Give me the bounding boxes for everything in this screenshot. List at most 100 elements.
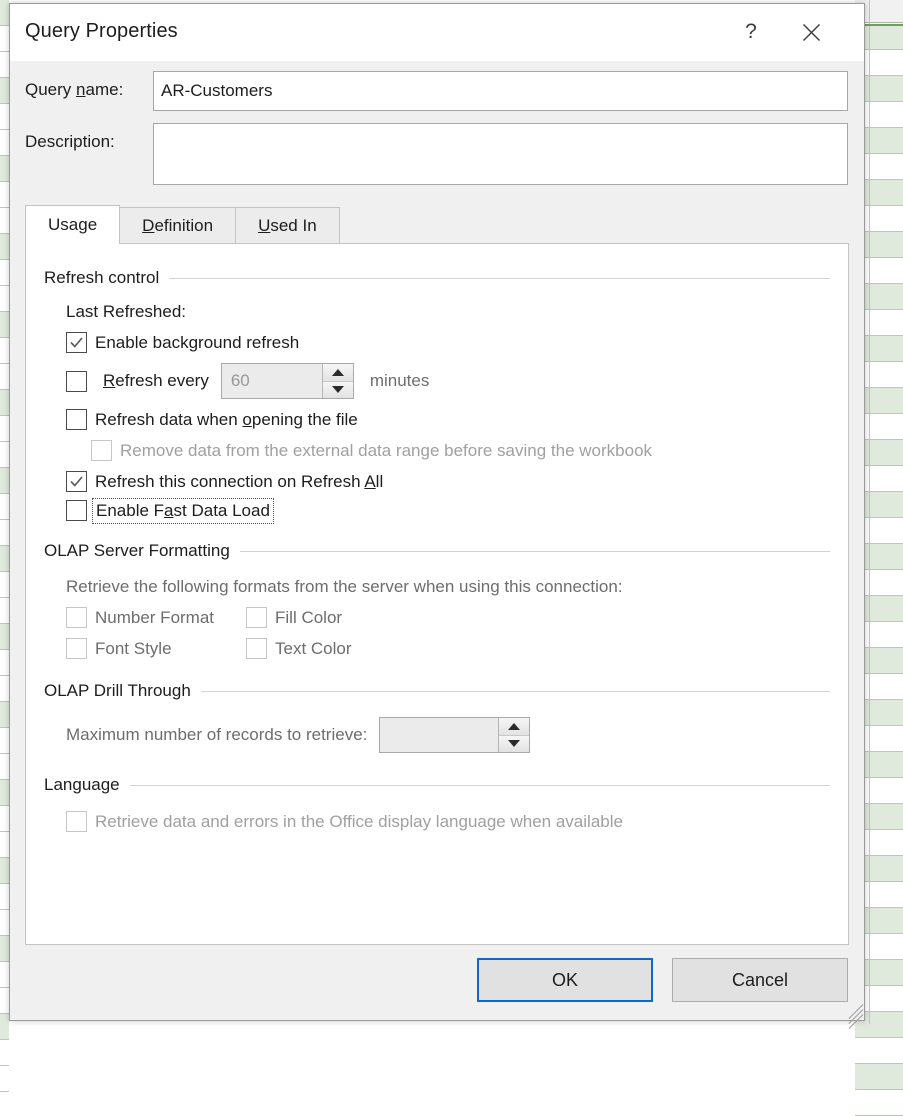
- group-olap-drill-through-title: OLAP Drill Through: [44, 681, 191, 701]
- refresh-interval-spinner[interactable]: 60: [221, 363, 354, 399]
- description-row: Description:: [10, 123, 864, 185]
- checkbox-box: [66, 471, 87, 492]
- description-label: Description:: [25, 123, 153, 152]
- description-input[interactable]: [153, 123, 848, 185]
- checkbox-box: [66, 638, 87, 659]
- close-button[interactable]: [790, 12, 832, 52]
- spinner-down-button: [499, 735, 529, 753]
- sheet-row: [0, 442, 9, 468]
- sheet-left-strip: [0, 0, 9, 1024]
- cancel-button[interactable]: Cancel: [672, 958, 848, 1002]
- sheet-row: [0, 520, 9, 546]
- checkbox-enable-background-refresh[interactable]: Enable background refresh: [66, 332, 830, 353]
- sheet-row: [0, 1040, 9, 1066]
- tab-definition[interactable]: Definition: [119, 207, 236, 243]
- checkbox-text-color: Text Color: [246, 638, 352, 659]
- minutes-label: minutes: [370, 371, 430, 391]
- spinner-down-button[interactable]: [323, 381, 353, 399]
- chevron-up-icon: [332, 369, 344, 376]
- group-rule: [240, 551, 830, 552]
- tab-used-in[interactable]: Used In: [235, 207, 340, 243]
- sheet-row: [0, 650, 9, 676]
- query-properties-dialog: Query Properties ? Query name: Descripti…: [9, 3, 865, 1021]
- checkbox-box: [66, 332, 87, 353]
- sheet-row: [0, 598, 9, 624]
- tab-used-in-label: Used In: [258, 216, 317, 236]
- olap-format-checkbox-grid: Number Format Fill Color Font Style Text…: [66, 607, 830, 659]
- check-icon: [69, 335, 84, 350]
- query-name-label: Query name:: [25, 71, 153, 100]
- checkbox-fill-color: Fill Color: [246, 607, 342, 628]
- sheet-row: [0, 390, 9, 416]
- group-olap-drill-through: OLAP Drill Through: [44, 681, 830, 701]
- checkbox-box: [91, 440, 112, 461]
- max-records-label: Maximum number of records to retrieve:: [66, 725, 367, 745]
- refresh-interval-value[interactable]: 60: [222, 364, 322, 398]
- dialog-title: Query Properties: [25, 20, 178, 43]
- checkbox-refresh-on-open[interactable]: Refresh data when opening the file: [66, 409, 830, 430]
- sheet-row: [0, 780, 9, 806]
- spinner-up-button: [499, 718, 529, 735]
- sheet-row: [0, 546, 9, 572]
- sheet-row: [0, 728, 9, 754]
- ok-button[interactable]: OK: [477, 958, 653, 1002]
- group-refresh-control-title: Refresh control: [44, 268, 159, 288]
- sheet-row: [0, 130, 9, 156]
- sheet-row: [0, 26, 9, 52]
- sheet-row: [0, 494, 9, 520]
- checkbox-label: Number Format: [95, 608, 214, 628]
- tab-definition-label: Definition: [142, 216, 213, 236]
- checkbox-number-format: Number Format: [66, 607, 246, 628]
- chevron-down-icon: [332, 386, 344, 393]
- sheet-row: [855, 1038, 903, 1064]
- sheet-row: [0, 832, 9, 858]
- checkbox-label: Refresh data when opening the file: [95, 410, 358, 430]
- sheet-row: [0, 312, 9, 338]
- chevron-down-icon: [508, 740, 520, 747]
- sheet-row: [0, 858, 9, 884]
- checkbox-label: Text Color: [275, 639, 352, 659]
- checkbox-label: Refresh this connection on Refresh All: [95, 472, 383, 492]
- sheet-row: [0, 468, 9, 494]
- sheet-row: [0, 182, 9, 208]
- sheet-row: [0, 260, 9, 286]
- query-name-input[interactable]: [153, 71, 848, 111]
- sheet-row: [0, 364, 9, 390]
- spinner-up-button[interactable]: [323, 364, 353, 381]
- checkbox-box: [246, 607, 267, 628]
- chevron-up-icon: [508, 723, 520, 730]
- sheet-row: [0, 104, 9, 130]
- group-language-title: Language: [44, 775, 120, 795]
- sheet-row: [0, 208, 9, 234]
- sheet-row: [0, 624, 9, 650]
- sheet-row: [0, 806, 9, 832]
- sheet-row: [0, 286, 9, 312]
- group-rule: [130, 785, 830, 786]
- sheet-row: [0, 0, 9, 26]
- tab-usage-label: Usage: [48, 215, 97, 235]
- tab-usage[interactable]: Usage: [25, 205, 120, 243]
- help-button[interactable]: ?: [730, 12, 772, 52]
- checkbox-label: Enable background refresh: [95, 333, 299, 353]
- checkbox-label: Retrieve data and errors in the Office d…: [95, 812, 623, 832]
- checkbox-retrieve-office-language: Retrieve data and errors in the Office d…: [66, 811, 830, 832]
- refresh-interval-spin-buttons: [322, 364, 353, 398]
- sheet-row: [855, 1090, 903, 1116]
- group-refresh-control: Refresh control: [44, 268, 830, 288]
- refresh-every-label: Refresh every: [103, 371, 209, 391]
- tab-strip: Usage Definition Used In: [25, 205, 849, 243]
- checkbox-box: [66, 811, 87, 832]
- sheet-row: [0, 988, 9, 1014]
- usage-tab-panel: Refresh control Last Refreshed: Enable b…: [25, 243, 849, 945]
- group-olap-server-formatting: OLAP Server Formatting: [44, 541, 830, 561]
- checkbox-enable-fast-data-load[interactable]: Enable Fast Data Load: [66, 500, 830, 521]
- checkbox-refresh-on-refresh-all[interactable]: Refresh this connection on Refresh All: [66, 471, 830, 492]
- group-olap-server-formatting-title: OLAP Server Formatting: [44, 541, 230, 561]
- sheet-row: [0, 78, 9, 104]
- resize-grip[interactable]: [839, 995, 863, 1019]
- checkbox-refresh-every[interactable]: [66, 371, 87, 392]
- last-refreshed-label: Last Refreshed:: [66, 302, 830, 322]
- sheet-row: [0, 572, 9, 598]
- refresh-every-row: Refresh every 60 minutes: [66, 363, 830, 399]
- olap-format-row: Number Format Fill Color: [66, 607, 830, 628]
